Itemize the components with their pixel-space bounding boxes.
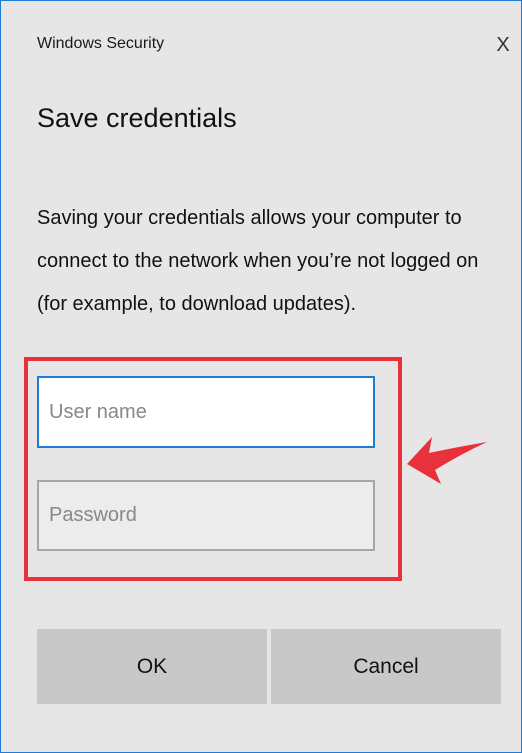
username-input[interactable] [37,376,375,448]
ok-button[interactable]: OK [37,629,267,704]
password-input[interactable] [37,480,375,551]
red-arrow-left-icon [407,437,487,484]
description-text: Saving your credentials allows your comp… [37,207,479,315]
close-button[interactable]: X [489,29,517,61]
cancel-button[interactable]: Cancel [271,629,501,704]
dialog-title: Windows Security [37,35,165,52]
page-title: Save credentials [37,103,237,133]
windows-security-dialog: Windows Security X Save credentials Savi… [0,0,522,753]
